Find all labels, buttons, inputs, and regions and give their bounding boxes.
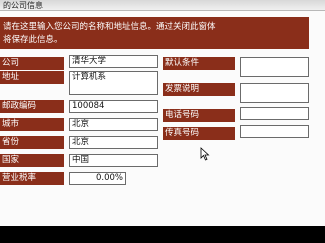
sales-tax-rate-field[interactable]: 0.00% — [69, 172, 126, 185]
country-field[interactable]: 中国 — [69, 154, 158, 167]
window-title: 的公司信息 — [0, 0, 325, 11]
address-field[interactable]: 计算机系 — [69, 71, 158, 95]
phone-number-field[interactable] — [240, 107, 309, 120]
fax-number-label: 传真号码 — [163, 127, 235, 140]
phone-number-label: 电话号码 — [163, 109, 235, 122]
instruction-line-1: 请在这里输入您公司的名称和地址信息。通过关闭此窗体 — [3, 22, 216, 32]
instruction-line-2: 将保存此信息。 — [3, 35, 63, 45]
mouse-pointer-icon — [200, 147, 210, 161]
postal-code-label: 邮政编码 — [0, 100, 64, 113]
invoice-description-field[interactable] — [240, 83, 309, 103]
country-label: 国家 — [0, 154, 64, 167]
province-label: 省份 — [0, 136, 64, 149]
default-terms-field[interactable] — [240, 57, 309, 77]
company-name-field[interactable]: 清华大学 — [69, 55, 158, 68]
company-info-window: 的公司信息 请在这里输入您公司的名称和地址信息。通过关闭此窗体 将保存此信息。 … — [0, 0, 325, 243]
default-terms-label: 默认条件 — [163, 57, 235, 70]
company-name-label: 公司 — [0, 57, 64, 70]
province-field[interactable]: 北京 — [69, 136, 158, 149]
sales-tax-rate-label: 营业税率 — [0, 172, 64, 185]
instruction-banner: 请在这里输入您公司的名称和地址信息。通过关闭此窗体 将保存此信息。 — [0, 17, 309, 49]
postal-code-field[interactable]: 100084 — [69, 100, 158, 113]
city-label: 城市 — [0, 118, 64, 131]
fax-number-field[interactable] — [240, 125, 309, 138]
screen-bottom-edge — [0, 226, 325, 243]
invoice-description-label: 发票说明 — [163, 83, 235, 96]
address-label: 地址 — [0, 71, 64, 84]
city-field[interactable]: 北京 — [69, 118, 158, 131]
